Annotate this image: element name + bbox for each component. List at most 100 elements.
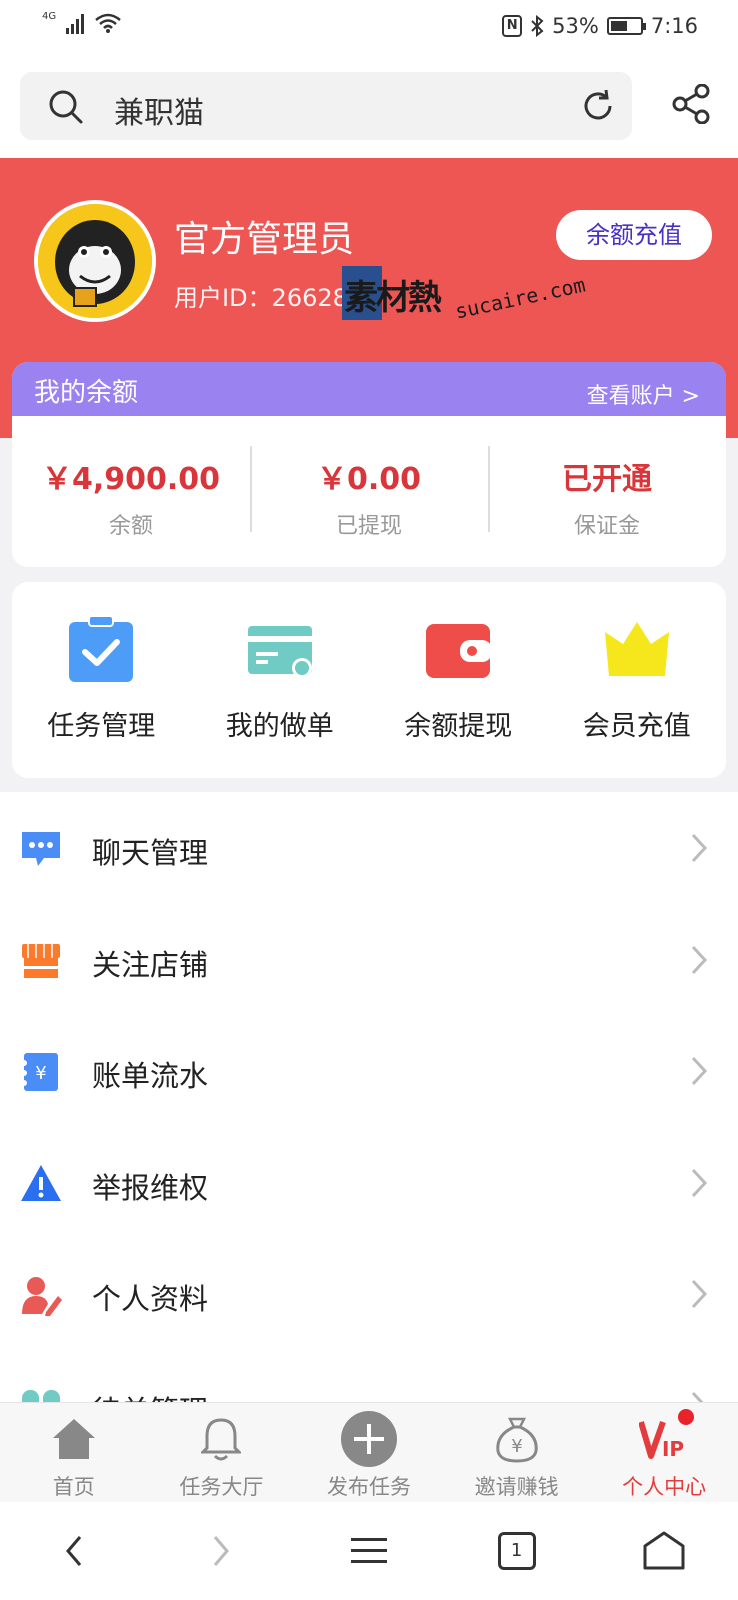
menu-label: 聊天管理 — [92, 836, 209, 870]
plus-icon — [340, 1411, 397, 1467]
balance-stat-withdrawn[interactable]: ￥0.00 已提现 — [250, 446, 488, 567]
balance-stat-deposit[interactable]: 已开通 保证金 — [488, 446, 726, 567]
tabs-button[interactable]: 1 — [477, 1521, 557, 1581]
signal-icon — [66, 12, 85, 34]
menu-button[interactable] — [329, 1521, 409, 1581]
deposit-value: 已开通 — [562, 462, 652, 497]
withdrawn-label: 已提现 — [335, 514, 402, 539]
menu-item-bill[interactable]: ¥ 账单流水 — [0, 1015, 738, 1127]
watermark: 素材熱 sucaire.com — [342, 266, 592, 326]
notification-badge — [677, 1409, 694, 1425]
bell-icon — [201, 1418, 242, 1461]
wallet-icon — [426, 624, 493, 678]
search-header: 兼职猫 — [0, 58, 738, 158]
tab-label: 任务大厅 — [179, 1475, 264, 1499]
watermark-url: sucaire.com — [452, 272, 588, 324]
chevron-right-icon — [691, 1056, 708, 1086]
search-input[interactable]: 兼职猫 — [114, 88, 204, 132]
battery-icon — [606, 17, 646, 35]
svg-text:¥: ¥ — [511, 1436, 522, 1457]
svg-text:¥: ¥ — [35, 1063, 46, 1084]
quick-action-label: 会员充值 — [582, 711, 691, 742]
tab-invite-earn[interactable]: ¥ 邀请赚钱 — [443, 1403, 591, 1502]
crown-icon — [604, 622, 669, 676]
chevron-right-icon — [691, 1168, 708, 1197]
menu-icon — [350, 1538, 387, 1563]
clock: 7:16 — [650, 14, 698, 38]
watermark-text: 素材熱 — [344, 278, 442, 318]
network-type: 4G — [42, 11, 57, 22]
chevron-left-icon — [65, 1536, 81, 1566]
menu-label: 关注店铺 — [92, 947, 209, 982]
quick-action-my-orders[interactable]: 我的做单 — [191, 582, 370, 778]
status-right: N 53% 7:16 — [502, 14, 698, 38]
chevron-right-icon — [691, 833, 708, 863]
battery-percent: 53% — [552, 14, 599, 38]
balance-stats: ￥4,900.00 余额 ￥0.00 已提现 已开通 保证金 — [12, 416, 726, 567]
search-bar[interactable]: 兼职猫 — [20, 72, 632, 140]
bottom-tab-bar: 首页 任务大厅 发布任务 ¥ 邀请赚钱 IP 个人中心 — [0, 1402, 738, 1502]
tab-home[interactable]: 首页 — [0, 1403, 148, 1502]
back-button[interactable] — [34, 1521, 114, 1581]
tab-label: 发布任务 — [326, 1475, 411, 1499]
warning-icon — [21, 1164, 61, 1201]
task-icon — [69, 616, 134, 682]
balance-header: 我的余额 查看账户 > — [12, 362, 726, 416]
home-outline-icon — [643, 1531, 685, 1570]
menu-item-report[interactable]: 举报维权 — [0, 1127, 738, 1239]
avatar[interactable] — [34, 200, 156, 322]
quick-actions: 任务管理 我的做单 余额提现 会员充值 — [12, 582, 726, 778]
quick-action-label: 我的做单 — [225, 711, 334, 742]
chevron-right-icon — [691, 1391, 704, 1402]
recharge-button[interactable]: 余额充值 — [556, 210, 712, 260]
tab-counter: 1 — [497, 1532, 536, 1570]
gorilla-avatar-icon — [38, 204, 152, 318]
tab-task-hall[interactable]: 任务大厅 — [148, 1403, 296, 1502]
balance-stat-balance[interactable]: ￥4,900.00 余额 — [12, 454, 250, 567]
home-button[interactable] — [624, 1521, 704, 1581]
quick-action-vip-recharge[interactable]: 会员充值 — [548, 582, 727, 778]
deposit-label: 保证金 — [573, 514, 640, 539]
tab-label: 个人中心 — [622, 1475, 707, 1499]
quick-action-task-manage[interactable]: 任务管理 — [12, 582, 191, 778]
menu-item-profile[interactable]: 个人资料 — [0, 1238, 738, 1350]
menu-label: 个人资料 — [92, 1282, 209, 1316]
refresh-icon[interactable] — [580, 88, 616, 124]
status-bar: 4G N 53% 7:16 — [0, 0, 738, 58]
wifi-icon — [95, 13, 121, 33]
store-icon — [22, 943, 60, 978]
chevron-right-icon — [214, 1536, 230, 1566]
menu-item-orders[interactable]: 待单管理 — [0, 1350, 738, 1403]
share-icon[interactable] — [672, 84, 710, 124]
menu-item-followed-stores[interactable]: 关注店铺 — [0, 904, 738, 1016]
menu-label: 账单流水 — [92, 1059, 209, 1093]
chevron-right-icon — [691, 1279, 708, 1309]
nfc-icon: N — [502, 15, 523, 37]
menu-label: 举报维权 — [92, 1170, 209, 1205]
orders-icon — [22, 1389, 60, 1402]
tab-publish-task[interactable]: 发布任务 — [295, 1403, 443, 1502]
svg-text:IP: IP — [662, 1437, 684, 1461]
chat-icon — [22, 832, 60, 866]
forward-button[interactable] — [181, 1521, 261, 1581]
quick-action-label: 余额提现 — [404, 711, 513, 742]
quick-action-label: 任务管理 — [47, 711, 156, 742]
withdrawn-value: ￥0.00 — [316, 462, 422, 497]
menu-item-chat[interactable]: 聊天管理 — [0, 792, 738, 904]
tab-personal-center[interactable]: IP 个人中心 — [590, 1403, 738, 1502]
balance-title: 我的余额 — [34, 378, 139, 408]
balance-value: ￥4,900.00 — [41, 462, 221, 497]
quick-action-withdraw[interactable]: 余额提现 — [369, 582, 548, 778]
bluetooth-icon — [531, 15, 544, 37]
money-bag-icon: ¥ — [495, 1417, 538, 1463]
view-account-link[interactable]: 查看账户 > — [587, 378, 700, 410]
card-icon — [247, 626, 312, 678]
profile-icon — [22, 1277, 62, 1316]
status-left: 4G — [42, 11, 122, 34]
menu-label: 待单管理 — [92, 1388, 208, 1403]
user-name: 官方管理员 — [174, 219, 355, 260]
balance-card: 我的余额 查看账户 > ￥4,900.00 余额 ￥0.00 已提现 已开通 保… — [12, 362, 726, 567]
menu-list: 聊天管理 关注店铺 ¥ 账单流水 举报维权 个人资料 — [0, 792, 738, 1402]
chevron-right-icon — [691, 945, 708, 974]
search-icon — [49, 90, 83, 124]
